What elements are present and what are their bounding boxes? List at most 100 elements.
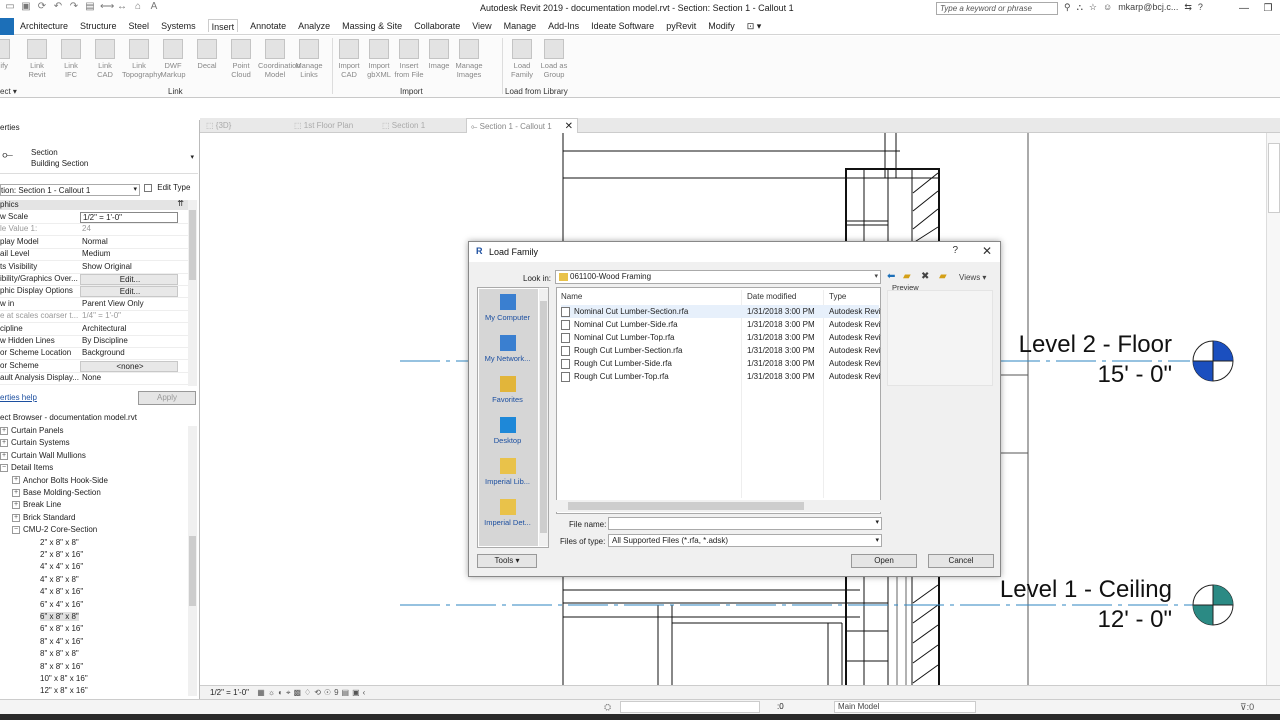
expand-icon[interactable]: + <box>12 476 20 485</box>
property-row[interactable]: ault Analysis Display... None <box>0 373 188 386</box>
browser-item[interactable]: 10" x 8" x 16" <box>40 674 88 683</box>
property-value[interactable]: Medium <box>80 249 178 258</box>
property-row[interactable]: le Value 1: 24 <box>0 224 188 237</box>
property-edit-button[interactable]: Edit... <box>80 286 178 298</box>
user-name[interactable]: mkarp@bcj.c... <box>1118 2 1178 13</box>
file-tab[interactable] <box>0 18 14 35</box>
exchange-icon[interactable]: ⇆ <box>1184 2 1192 13</box>
tab-annotate[interactable]: Annotate <box>250 21 286 32</box>
tab-analyze[interactable]: Analyze <box>298 21 330 32</box>
property-row[interactable]: e at scales coarser t... 1/4" = 1'-0" <box>0 311 188 324</box>
cart-icon[interactable]: ⛬ <box>1077 2 1083 13</box>
place-imperial-lib-[interactable]: Imperial Lib... <box>478 458 537 486</box>
dimension-icon[interactable]: ↔ <box>116 1 128 13</box>
place-favorites[interactable]: Favorites <box>478 376 537 404</box>
tab-1st-floor-plan[interactable]: ⬚ 1st Floor Plan <box>290 118 378 133</box>
up-folder-icon[interactable]: ▰ <box>903 271 911 282</box>
file-row[interactable]: Rough Cut Lumber-Top.rfa 1/31/2018 3:00 P… <box>561 370 881 383</box>
text-icon[interactable]: A <box>148 1 160 13</box>
binoculars-icon[interactable]: ⚲ <box>1064 2 1071 13</box>
tab-view[interactable]: View <box>472 21 491 32</box>
browser-item[interactable]: 2" x 8" x 8" <box>40 538 79 547</box>
sync-icon[interactable]: ⟳ <box>36 1 48 13</box>
insert-from-file-button[interactable]: Insert from File <box>394 36 424 79</box>
tab-section-1[interactable]: ⬚ Section 1 <box>378 118 466 133</box>
browser-item[interactable]: − CMU-2 Core-Section <box>12 525 97 534</box>
help-icon[interactable]: ? <box>952 245 958 256</box>
help-search-input[interactable]: Type a keyword or phrase <box>936 2 1058 15</box>
view-control-icons[interactable]: ▦☼◐⌖▩♢⟲☉9▤▣‹ <box>257 688 368 697</box>
property-value[interactable]: 24 <box>80 224 178 233</box>
ribbon-options-icon[interactable]: ⊡ ▾ <box>747 21 762 32</box>
tab-architecture[interactable]: Architecture <box>20 21 68 32</box>
property-row[interactable]: or Scheme <none> <box>0 360 188 373</box>
expand-icon[interactable]: + <box>0 439 8 448</box>
modify-button[interactable]: odify <box>0 36 14 70</box>
browser-item[interactable]: 4" x 8" x 8" <box>40 575 79 584</box>
column-date[interactable]: Date modified <box>747 292 796 301</box>
expand-icon[interactable]: + <box>12 488 20 497</box>
expand-icon[interactable]: + <box>12 501 20 510</box>
tools-button[interactable]: Tools ▾ <box>477 554 537 568</box>
level-1-elevation[interactable]: 12' - 0" <box>990 606 1172 634</box>
places-scrollbar[interactable] <box>539 289 548 546</box>
graphics-group[interactable]: phics ⇈ <box>0 199 188 210</box>
tab-modify[interactable]: Modify <box>708 21 735 32</box>
link-revit-button[interactable]: Link Revit <box>20 36 54 79</box>
tab-ideate-software[interactable]: Ideate Software <box>591 21 654 32</box>
dwf-markup-button[interactable]: DWF Markup <box>156 36 190 79</box>
file-type-dropdown[interactable]: All Supported Files (*.rfa, *.adsk) ▾ <box>608 534 882 547</box>
edit-type-button[interactable]: Edit Type <box>144 183 196 196</box>
minimize-icon[interactable]: — <box>1232 0 1256 18</box>
views-menu[interactable]: Views ▾ <box>959 273 986 282</box>
file-name-input[interactable]: ▾ <box>608 517 882 530</box>
browser-item[interactable]: + Curtain Wall Mullions <box>0 451 86 460</box>
save-icon[interactable]: ▣ <box>20 1 32 13</box>
select-panel-label[interactable]: ect ▾ <box>0 87 17 96</box>
expand-icon[interactable]: + <box>12 513 20 522</box>
measure-icon[interactable]: ⟷ <box>100 1 114 13</box>
tab-add-ins[interactable]: Add-Ins <box>548 21 579 32</box>
file-row[interactable]: Nominal Cut Lumber-Section.rfa 1/31/2018 … <box>561 305 881 318</box>
expand-icon[interactable]: + <box>0 451 8 460</box>
property-row[interactable]: ail Level Medium <box>0 249 188 262</box>
workset-icon[interactable]: ⛭ <box>604 702 611 713</box>
tab-structure[interactable]: Structure <box>80 21 117 32</box>
coordination-model-button[interactable]: Coordination Model <box>258 36 301 79</box>
browser-item[interactable]: 12" x 8" x 16" <box>40 686 88 695</box>
property-row[interactable]: phic Display Options Edit... <box>0 286 188 299</box>
cancel-button[interactable]: Cancel <box>928 554 994 568</box>
property-row[interactable]: ts Visibility Show Original <box>0 262 188 274</box>
type-selector[interactable]: ⟜ Section Building Section ▾ <box>0 136 198 174</box>
file-row[interactable]: Rough Cut Lumber-Side.rfa 1/31/2018 3:00 … <box>561 357 881 370</box>
design-option-dropdown[interactable]: Main Model <box>834 701 976 713</box>
user-icon[interactable]: ☺ <box>1103 2 1112 13</box>
link-ifc-button[interactable]: Link IFC <box>54 36 88 79</box>
link-topography-button[interactable]: Link Topography <box>122 36 161 79</box>
browser-scrollbar[interactable] <box>188 426 197 696</box>
browser-item[interactable]: 6" x 4" x 16" <box>40 600 83 609</box>
expand-icon[interactable]: + <box>0 426 8 435</box>
tab-steel[interactable]: Steel <box>129 21 150 32</box>
property-value[interactable]: By Discipline <box>80 336 178 345</box>
browser-item[interactable]: + Curtain Panels <box>0 426 63 435</box>
level-2-elevation[interactable]: 15' - 0" <box>990 361 1172 389</box>
image-button[interactable]: Image <box>424 36 454 70</box>
place-desktop[interactable]: Desktop <box>478 417 537 445</box>
tab-massing-site[interactable]: Massing & Site <box>342 21 402 32</box>
open-button[interactable]: Open <box>851 554 917 568</box>
tag-icon[interactable]: ⌂ <box>132 1 144 13</box>
property-row[interactable]: w Scale 1/2" = 1'-0" <box>0 212 188 224</box>
help-icon[interactable]: ? <box>1198 2 1203 13</box>
file-row[interactable]: Rough Cut Lumber-Section.rfa 1/31/2018 3:… <box>561 344 881 357</box>
browser-item[interactable]: + Anchor Bolts Hook-Side <box>12 476 108 485</box>
import-gbxml-button[interactable]: Import gbXML <box>364 36 394 79</box>
decal-button[interactable]: Decal <box>190 36 224 70</box>
tab-pyrevit[interactable]: pyRevit <box>666 21 696 32</box>
collapse-icon[interactable]: − <box>0 464 8 473</box>
place-my-network-[interactable]: My Network... <box>478 335 537 363</box>
workset-dropdown[interactable] <box>620 701 760 713</box>
manage-images-button[interactable]: Manage Images <box>454 36 484 79</box>
browser-item[interactable]: 6" x 8" x 16" <box>40 624 83 633</box>
redo-icon[interactable]: ↷ <box>68 1 80 13</box>
